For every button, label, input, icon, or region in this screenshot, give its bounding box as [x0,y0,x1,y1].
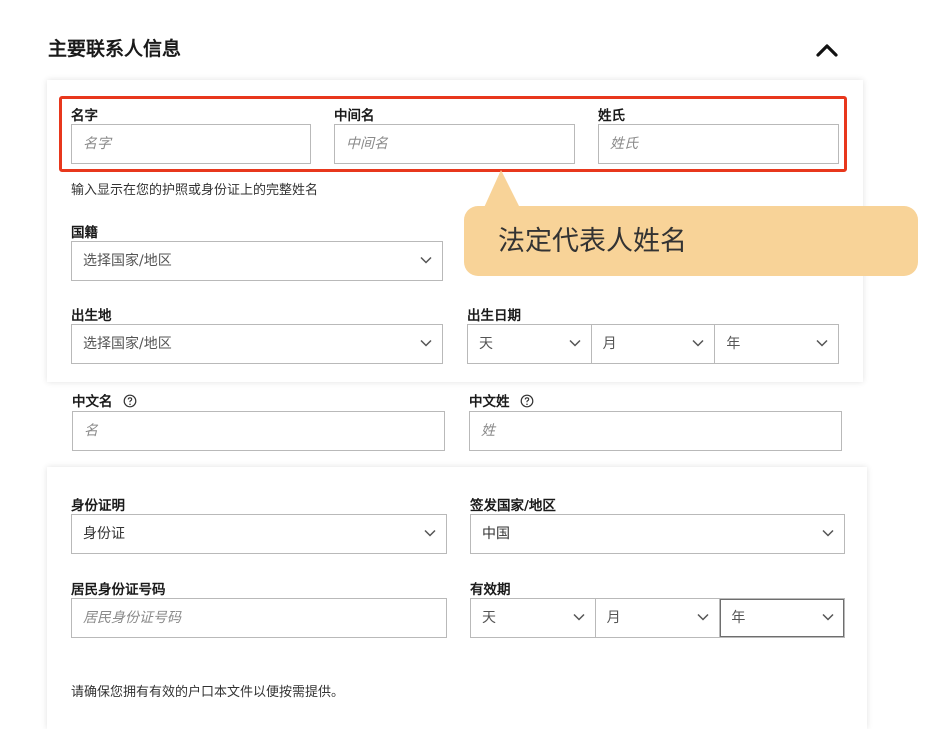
name-hint: 输入显示在您的护照或身份证上的完整姓名 [71,183,319,198]
expiry-label: 有效期 [470,582,511,598]
expiry-day-value: 天 [482,610,496,626]
issuing-country-value: 中国 [482,526,510,542]
birthplace-select[interactable]: 选择国家/地区 [71,324,443,364]
section-title: 主要联系人信息 [48,38,182,60]
birthdate-selector: 天 月 年 [467,324,839,364]
nationality-label: 国籍 [71,225,98,241]
chinese-given-name-text: 中文名 [72,394,113,410]
chinese-family-name-label: 中文姓 [469,390,534,410]
birth-day-select[interactable]: 天 [468,325,592,363]
id-type-select[interactable]: 身份证 [71,514,447,554]
birthdate-label: 出生日期 [467,308,521,324]
chevron-down-icon [424,529,436,537]
id-type-value: 身份证 [83,526,125,542]
birthplace-label: 出生地 [71,308,112,324]
chinese-family-name-input[interactable]: 姓 [469,411,842,451]
household-register-note: 请确保您拥有有效的户口本文件以便按需提供。 [71,685,345,700]
birthplace-value: 选择国家/地区 [83,336,172,352]
chevron-down-icon [816,339,828,347]
expiry-year-select[interactable]: 年 [720,599,845,637]
id-number-label: 居民身份证号码 [71,582,166,598]
expiry-day-select[interactable]: 天 [471,599,596,637]
expiry-month-select[interactable]: 月 [596,599,721,637]
chevron-down-icon [692,339,704,347]
issuing-country-label: 签发国家/地区 [470,498,556,514]
chinese-given-name-input[interactable]: 名 [72,411,445,451]
birth-month-select[interactable]: 月 [592,325,716,363]
chevron-down-icon [420,256,432,264]
chevron-down-icon [697,613,709,621]
name-fields-highlight [59,96,847,172]
expiry-month-value: 月 [606,610,621,626]
chevron-down-icon [822,613,834,621]
chevron-down-icon [420,339,432,347]
nationality-select[interactable]: 选择国家/地区 [71,241,443,281]
birth-year-value: 年 [726,336,741,352]
collapse-chevron-up-icon[interactable] [812,36,842,66]
chevron-down-icon [569,339,581,347]
help-circle-icon[interactable] [520,394,534,408]
chevron-down-icon [822,529,834,537]
chinese-given-name-label: 中文名 [72,390,137,410]
id-type-label: 身份证明 [71,498,125,514]
birth-month-value: 月 [602,336,617,352]
issuing-country-select[interactable]: 中国 [470,514,845,554]
birth-day-value: 天 [479,336,493,352]
id-number-input[interactable]: 居民身份证号码 [71,598,447,638]
expiry-year-value: 年 [731,610,746,626]
chevron-down-icon [573,613,585,621]
expiry-date-selector: 天 月 年 [470,598,845,638]
nationality-value: 选择国家/地区 [83,253,172,269]
birth-year-select[interactable]: 年 [715,325,838,363]
legal-representative-callout: 法定代表人姓名 [464,206,918,276]
chinese-family-name-text: 中文姓 [469,394,510,410]
help-circle-icon[interactable] [123,394,137,408]
